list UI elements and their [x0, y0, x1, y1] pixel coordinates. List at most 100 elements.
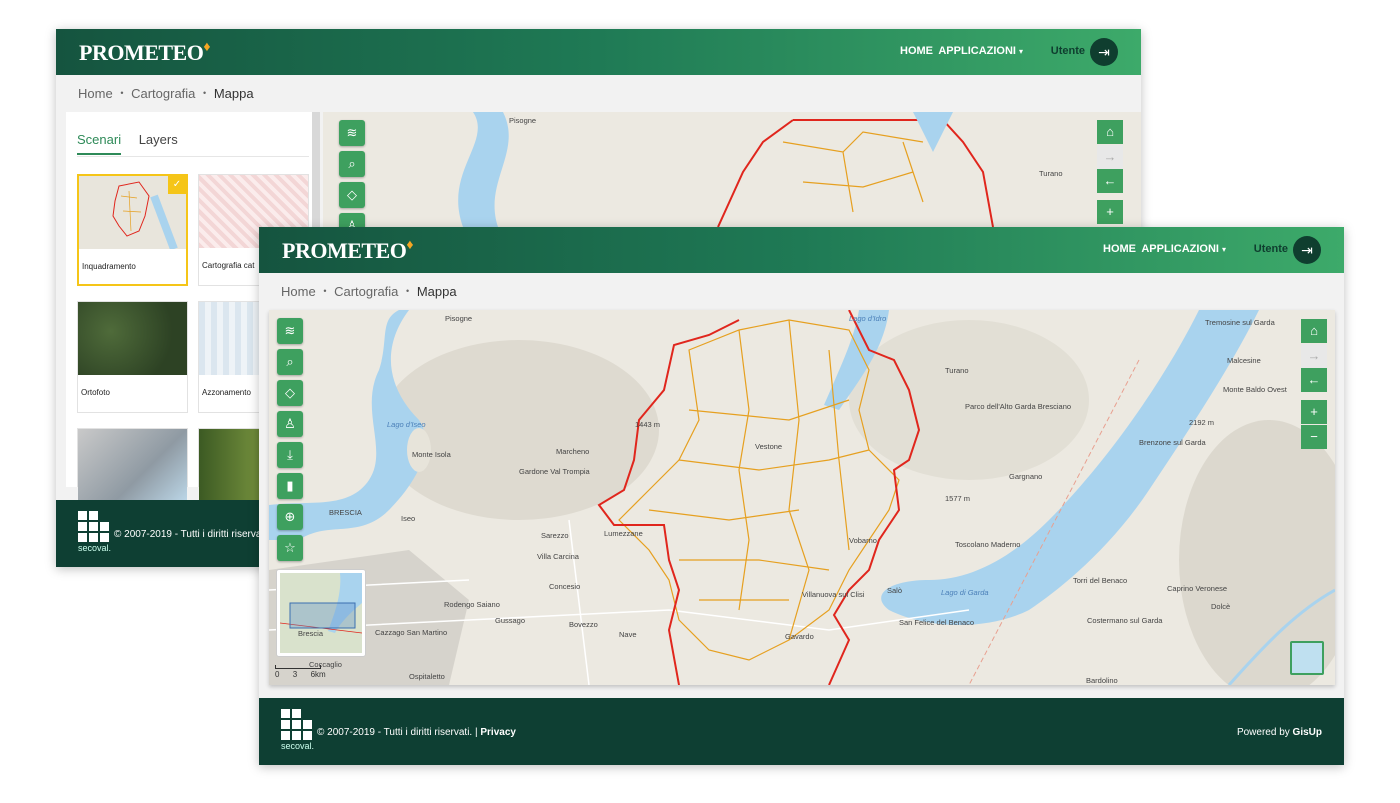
nav-home[interactable]: HOME [1103, 243, 1136, 255]
nav-applicazioni[interactable]: APPLICAZIONI ▾ [1141, 243, 1226, 255]
breadcrumb: Home • Cartografia • Mappa [281, 284, 457, 299]
search-icon: ⌕ [286, 354, 294, 369]
logo[interactable]: PROMETEO♦ [282, 238, 413, 264]
search-button[interactable]: ⌕ [339, 151, 365, 177]
map-label: Villanuova sul Clisi [802, 590, 865, 599]
map-label: Tremosine sul Garda [1205, 318, 1275, 327]
map-label: Vobarno [849, 536, 877, 545]
nav-applicazioni[interactable]: APPLICAZIONI ▾ [938, 45, 1023, 57]
layers-icon: ≋ [346, 125, 358, 140]
map-label: Vestone [755, 442, 783, 451]
map-label: Lago di Garda [941, 588, 989, 597]
target-icon: ⊕ [284, 509, 296, 524]
map-label: Lumezzane [604, 529, 643, 538]
map-label: 1443 m [635, 420, 661, 429]
map-label: Gargnano [1009, 472, 1043, 481]
zoom-in-button[interactable]: + [1301, 400, 1327, 424]
stamp-button[interactable]: ♙ [277, 411, 303, 437]
tab-scenari[interactable]: Scenari [77, 132, 122, 155]
map-label: Monte Isola [412, 450, 451, 459]
logout-icon: ⇥ [1301, 242, 1313, 258]
home-extent-button[interactable]: ⌂ [1097, 120, 1123, 144]
scale-bar: 0 3 6km [275, 665, 326, 679]
tab-layers[interactable]: Layers [139, 132, 178, 153]
breadcrumb-home[interactable]: Home [78, 86, 113, 101]
gisup-link[interactable]: GisUp [1293, 727, 1322, 738]
download-button[interactable]: ⤓ [277, 442, 303, 468]
scenario-card-5[interactable] [77, 428, 188, 502]
favorites-button[interactable]: ☆ [277, 535, 303, 561]
overview-map[interactable]: Brescia [276, 569, 366, 657]
zoom-in-icon: + [1106, 204, 1114, 219]
secoval-logo: secoval. [281, 709, 315, 751]
breadcrumb-home[interactable]: Home [281, 284, 316, 299]
secoval-logo: secoval. [78, 511, 112, 553]
privacy-link[interactable]: Privacy [480, 727, 516, 738]
card-label: Ortofoto [81, 388, 110, 397]
footer: secoval. © 2007-2019 - Tutti i diritti r… [259, 698, 1344, 765]
search-button[interactable]: ⌕ [277, 349, 303, 375]
breadcrumb-cartografia[interactable]: Cartografia [334, 284, 398, 299]
breadcrumb-separator: • [406, 286, 410, 296]
logout-button[interactable]: ⇥ [1293, 236, 1321, 264]
next-extent-button[interactable]: → [1097, 145, 1123, 169]
eraser-button[interactable]: ◇ [339, 182, 365, 208]
download-icon: ⤓ [287, 447, 293, 462]
next-extent-button[interactable]: → [1301, 344, 1327, 368]
map-label: Ospitaletto [409, 672, 445, 681]
flame-icon: ♦ [406, 238, 413, 253]
nav-home[interactable]: HOME [900, 45, 933, 57]
map-label: Costermano sul Garda [1087, 616, 1163, 625]
map-label: Lago d'Idro [849, 314, 887, 323]
map-label: Gardone Val Trompia [519, 467, 590, 476]
zoom-in-button[interactable]: + [1097, 200, 1123, 224]
map-label: Marcheno [556, 447, 590, 456]
eraser-icon: ◇ [347, 187, 357, 202]
stamp-button[interactable]: ♙ [339, 213, 365, 227]
logo[interactable]: PROMETEO♦ [79, 40, 210, 66]
card-thumbnail: ✓ [79, 176, 186, 249]
book-icon: ▮ [286, 478, 294, 493]
back-arrow-icon: ← [1307, 372, 1321, 387]
zoom-out-button[interactable]: − [1301, 425, 1327, 449]
map-front[interactable]: Pisogne Lago d'Iseo Monte Isola Marcheno… [269, 310, 1335, 685]
stamp-icon: ♙ [346, 218, 358, 227]
eraser-button[interactable]: ◇ [277, 380, 303, 406]
scenario-card-inquadramento[interactable]: ✓ Inquadramento [77, 174, 188, 286]
forward-arrow-icon: → [1307, 348, 1321, 363]
map-label: Pisogne [445, 314, 473, 323]
star-icon: ☆ [284, 540, 296, 555]
map-back-canvas [323, 112, 1141, 227]
map-label: Brenzone sul Garda [1139, 438, 1206, 447]
home-extent-button[interactable]: ⌂ [1301, 319, 1327, 343]
map-label: Dolcè [1211, 602, 1231, 611]
tabs-divider [77, 156, 309, 157]
previous-extent-button[interactable]: ← [1301, 368, 1327, 392]
zoom-in-icon: + [1310, 404, 1318, 419]
breadcrumb-cartografia[interactable]: Cartografia [131, 86, 195, 101]
flame-icon: ♦ [203, 40, 210, 55]
target-button[interactable]: ⊕ [277, 504, 303, 530]
scenario-card-ortofoto[interactable]: Ortofoto [77, 301, 188, 413]
map-label: Pisogne [509, 116, 537, 125]
header: PROMETEO♦ HOME APPLICAZIONI ▾ Utente ⇥ [56, 29, 1141, 75]
logout-button[interactable]: ⇥ [1090, 38, 1118, 66]
book-button[interactable]: ▮ [277, 473, 303, 499]
breadcrumb-current: Mappa [213, 86, 254, 101]
basemap-switcher[interactable] [1290, 641, 1324, 675]
map-label: San Felice del Benaco [899, 618, 975, 627]
overview-label: Brescia [298, 629, 324, 638]
map-label: Malcesine [1227, 356, 1261, 365]
layers-button[interactable]: ≋ [339, 120, 365, 146]
layers-button[interactable]: ≋ [277, 318, 303, 344]
map-label: Torri del Benaco [1073, 576, 1128, 585]
search-icon: ⌕ [348, 156, 356, 171]
previous-extent-button[interactable]: ← [1097, 169, 1123, 193]
home-icon: ⌂ [1310, 323, 1318, 338]
card-label: Inquadramento [82, 262, 136, 271]
breadcrumb-separator: • [120, 88, 124, 98]
user-label: Utente [1253, 243, 1288, 255]
powered-by: Powered by GisUp [1236, 727, 1322, 738]
map-back[interactable]: Pisogne Turano ≋ ⌕ ◇ ♙ ⌂ → ← + [323, 112, 1141, 227]
panel-scrollbar[interactable] [312, 112, 320, 232]
